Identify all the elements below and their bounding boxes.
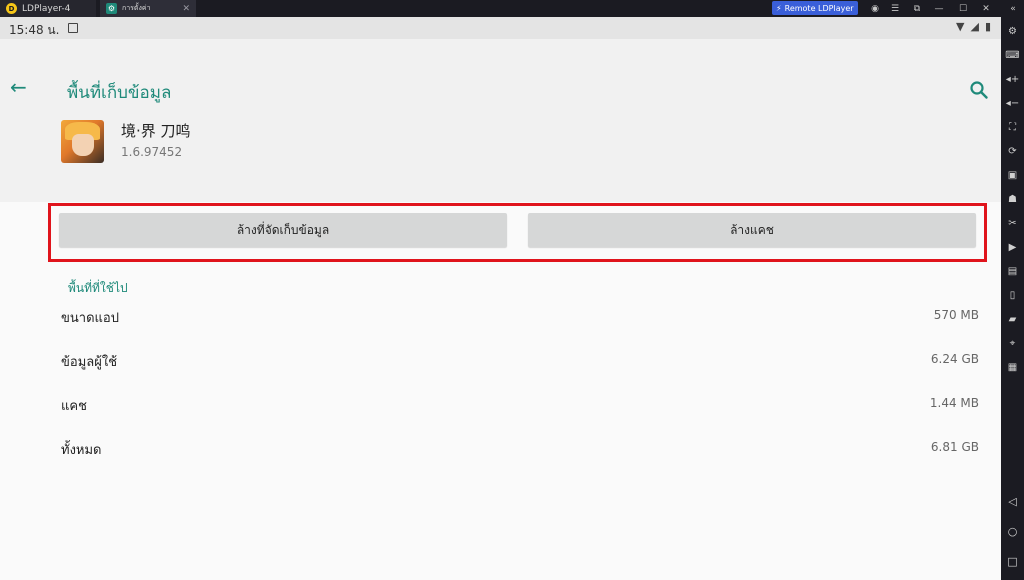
close-icon[interactable]: ✕: [182, 4, 190, 14]
storage-row-total: ทั้งหมด 6.81 GB: [0, 439, 1001, 463]
lightning-icon: ⚡: [776, 3, 782, 13]
app-name: 境·界 刀鸣: [121, 122, 191, 140]
back-arrow-icon[interactable]: ←: [10, 77, 32, 99]
robot-icon[interactable]: ☗: [1006, 193, 1019, 206]
storage-row-app-size: ขนาดแอป 570 MB: [0, 307, 1001, 331]
search-icon[interactable]: [968, 79, 990, 101]
shake-icon[interactable]: ▯: [1006, 289, 1019, 302]
app-version: 1.6.97452: [121, 145, 183, 159]
android-screen: 15:48 น. ▼ ◢ ▮ ← พื้นที่เก็บข้อมูล 境·界 刀…: [0, 17, 1001, 580]
tab-ldplayer[interactable]: D LDPlayer-4: [0, 0, 96, 17]
clear-cache-button[interactable]: ล้างแคช: [528, 213, 976, 247]
volume-down-icon[interactable]: ◂−: [1006, 97, 1019, 110]
app-icon: [61, 120, 104, 163]
storage-section-title: พื้นที่ที่ใช้ไป: [68, 281, 128, 295]
storage-row-value: 1.44 MB: [929, 396, 979, 410]
nav-recents-icon[interactable]: □: [1006, 555, 1019, 568]
folder-icon[interactable]: ▰: [1006, 313, 1019, 326]
location-icon[interactable]: ⌖: [1006, 337, 1019, 350]
storage-row-label: ขนาดแอป: [61, 311, 119, 326]
nav-home-icon[interactable]: ○: [1006, 525, 1019, 538]
maximize-icon[interactable]: ☐: [954, 0, 972, 17]
fullscreen-icon[interactable]: ⛶: [1006, 121, 1019, 134]
menu-icon[interactable]: ☰: [886, 0, 904, 17]
status-time: 15:48 น.: [9, 23, 60, 37]
gear-icon: ⚙: [106, 3, 117, 14]
storage-row-user-data: ข้อมูลผู้ใช้ 6.24 GB: [0, 351, 1001, 375]
sync-icon[interactable]: ⟳: [1006, 145, 1019, 158]
status-bar: 15:48 น. ▼ ◢ ▮: [0, 17, 1001, 39]
clear-storage-button[interactable]: ล้างที่จัดเก็บข้อมูล: [59, 213, 507, 247]
storage-row-value: 570 MB: [933, 308, 979, 322]
storage-row-label: ทั้งหมด: [61, 443, 102, 458]
volume-up-icon[interactable]: ◂+: [1006, 73, 1019, 86]
storage-row-value: 6.24 GB: [930, 352, 979, 366]
settings-icon[interactable]: ⚙: [1006, 25, 1019, 38]
keyboard-icon[interactable]: ⌨: [1005, 49, 1019, 62]
emulator-toolbar: ⚙ ⌨ ◂+ ◂− ⛶ ⟳ ▣ ☗ ✂ ▶ ▤ ▯ ▰ ⌖ ▦ ◁ ○ □: [1001, 17, 1024, 580]
battery-icon: ▮: [984, 20, 991, 33]
popout-icon[interactable]: ⧉: [908, 0, 926, 17]
notification-icon: [68, 23, 78, 33]
apk-icon[interactable]: ▤: [1006, 265, 1019, 278]
storage-row-value: 6.81 GB: [930, 440, 979, 454]
storage-row-cache: แคช 1.44 MB: [0, 395, 1001, 419]
ldplayer-logo-icon: D: [6, 3, 17, 14]
tab-settings[interactable]: ⚙ การตั้งค่า ✕: [100, 0, 196, 17]
storage-row-label: แคช: [61, 399, 87, 414]
minimize-icon[interactable]: —: [930, 0, 948, 17]
remote-ldplayer-button[interactable]: ⚡ Remote LDPlayer: [772, 1, 858, 15]
scissors-icon[interactable]: ✂: [1006, 217, 1019, 230]
nav-back-icon[interactable]: ◁: [1006, 495, 1019, 508]
close-window-icon[interactable]: ✕: [977, 0, 995, 17]
record-icon[interactable]: ▶: [1006, 241, 1019, 254]
remote-button-label: Remote LDPlayer: [784, 3, 854, 13]
multi-instance-icon[interactable]: ▦: [1006, 361, 1019, 374]
page-title: พื้นที่เก็บข้อมูล: [67, 83, 172, 103]
emulator-title-bar: D LDPlayer-4 ⚙ การตั้งค่า ✕ ⚡ Remote LDP…: [0, 0, 1024, 17]
screenshot-icon[interactable]: ▣: [1006, 169, 1019, 182]
storage-row-label: ข้อมูลผู้ใช้: [61, 355, 118, 370]
tab-label: การตั้งค่า: [122, 4, 151, 12]
account-icon[interactable]: ◉: [866, 0, 884, 17]
tab-label: LDPlayer-4: [22, 3, 71, 14]
status-icons: ▼ ◢ ▮: [956, 20, 991, 33]
wifi-icon: ▼: [956, 20, 965, 33]
signal-icon: ◢: [970, 20, 979, 33]
collapse-sidebar-icon[interactable]: «: [1004, 0, 1022, 17]
